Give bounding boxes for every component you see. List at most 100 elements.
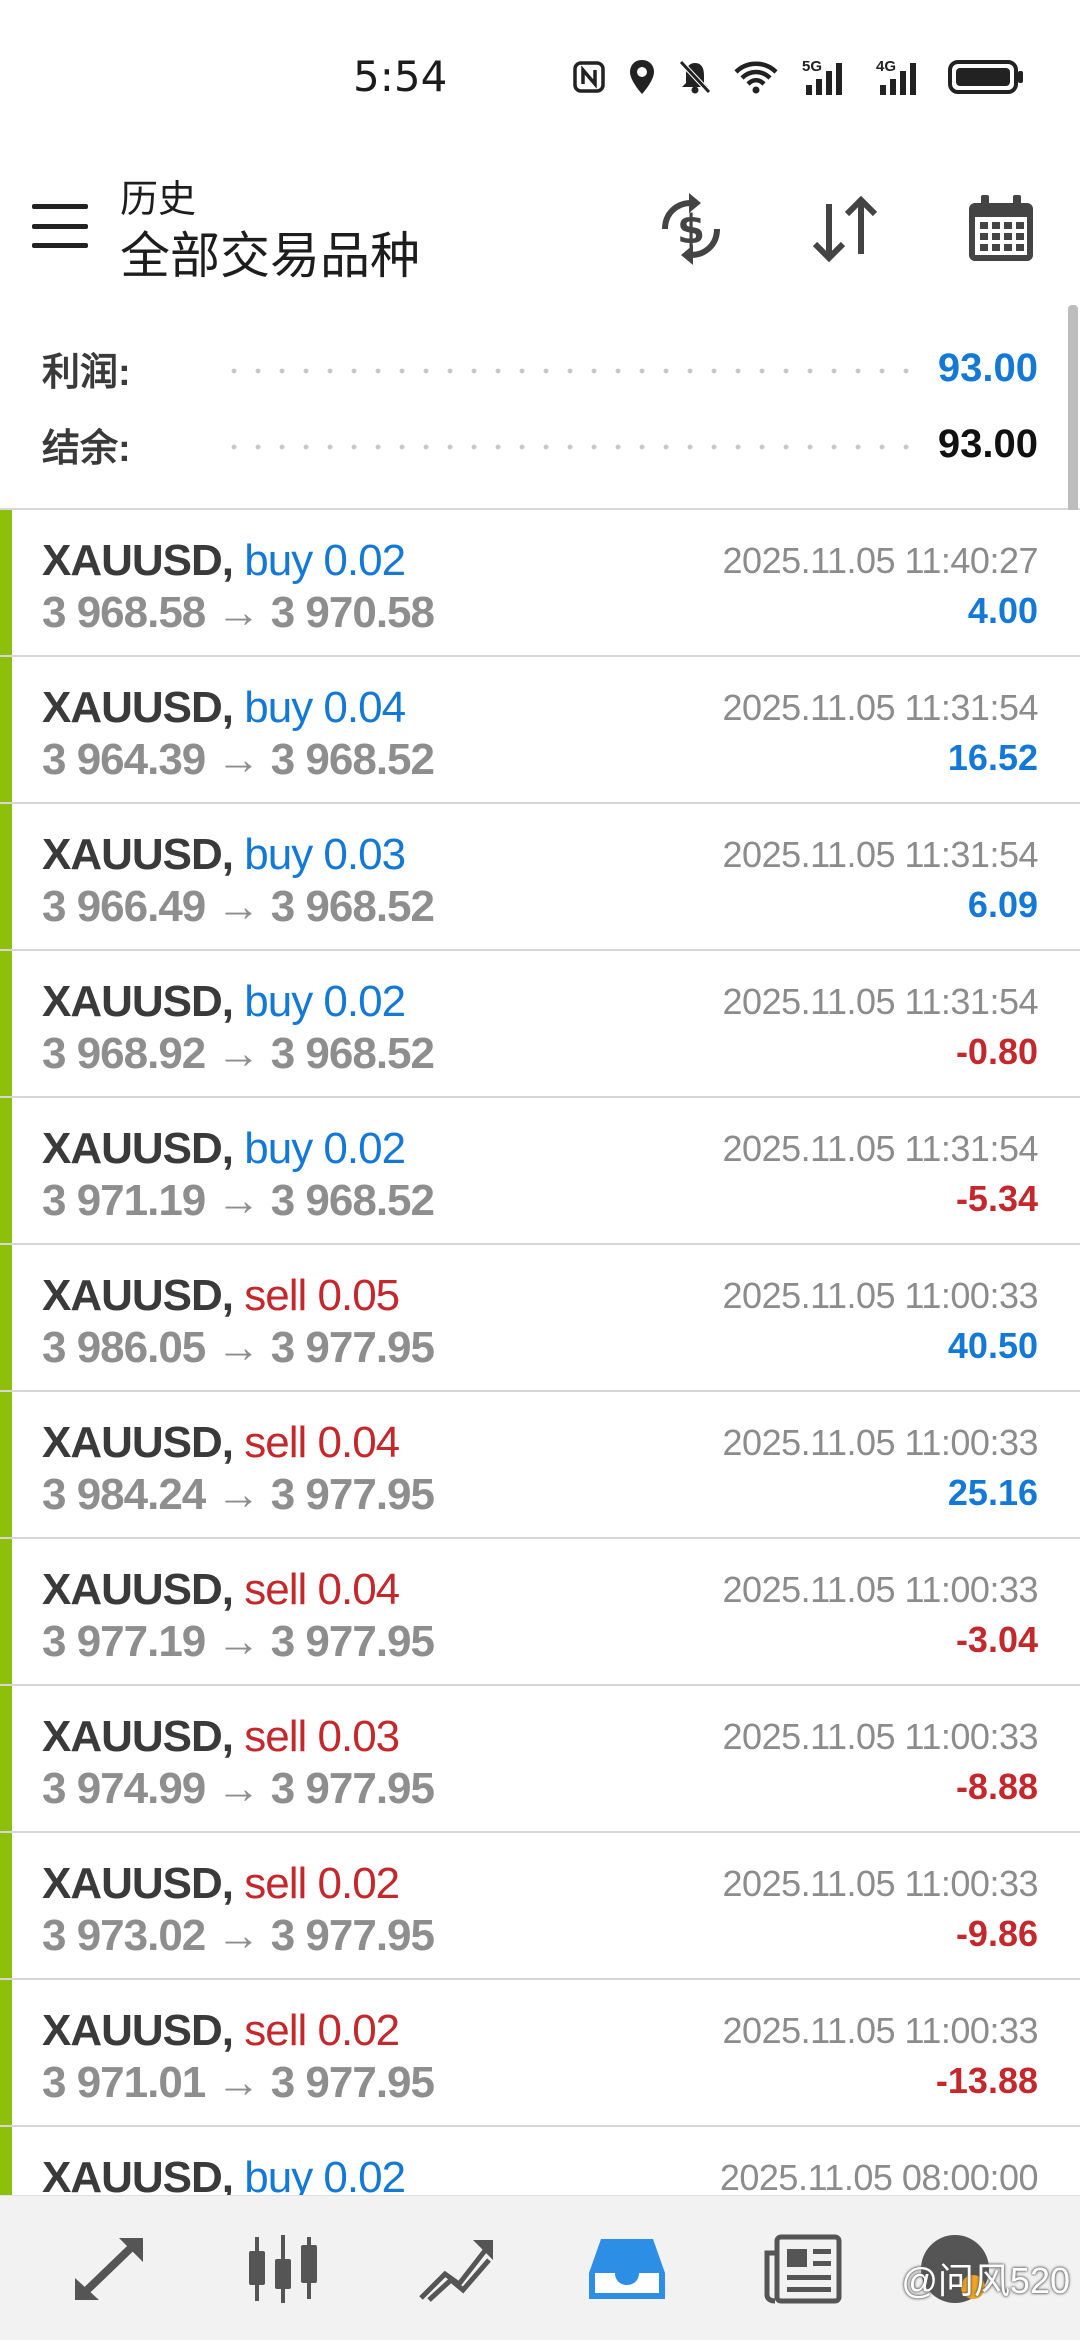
status-icons: 5G 4G: [572, 52, 1024, 102]
page-subtitle: 历史: [120, 179, 197, 221]
trade-symbol: XAUUSD,: [42, 536, 234, 585]
trade-row[interactable]: XAUUSD, sell 0.05 3 986.05 → 3 977.95 20…: [0, 1245, 1080, 1392]
trade-profit: 4.00: [967, 590, 1038, 631]
trade-profit: 6.09: [967, 884, 1038, 925]
dotted-leader: [222, 444, 910, 450]
trade-side: sell 0.04: [244, 1418, 400, 1467]
trade-row[interactable]: XAUUSD, sell 0.03 3 974.99 → 3 977.95 20…: [0, 1686, 1080, 1833]
trade-row[interactable]: XAUUSD, buy 0.02 3 968.58 → 3 970.58 202…: [0, 510, 1080, 657]
trade-side: sell 0.05: [244, 1271, 400, 1320]
trade-profit: -0.80: [955, 1031, 1038, 1072]
profit-label: 利润:: [42, 351, 131, 394]
trade-time: 2025.11.05 11:31:54: [722, 1128, 1039, 1169]
trade-side: buy 0.02: [244, 1124, 406, 1173]
trade-symbol: XAUUSD,: [42, 1565, 234, 1614]
trade-time: 2025.11.05 08:00:00: [719, 2157, 1039, 2198]
trade-side: buy 0.02: [244, 536, 406, 585]
balance-value: 93.00: [937, 421, 1038, 466]
trade-time: 2025.11.05 11:00:33: [722, 1716, 1039, 1757]
trade-prices: 3 973.02 → 3 977.95: [42, 1911, 435, 1960]
trade-profit: -8.88: [955, 1766, 1038, 1807]
trade-row[interactable]: XAUUSD, sell 0.02 3 971.01 → 3 977.95 20…: [0, 1980, 1080, 2127]
trade-profit: -3.04: [955, 1619, 1038, 1660]
balance-row: 结余: 93.00: [42, 414, 1038, 474]
trade-symbol: XAUUSD,: [42, 830, 234, 879]
trade-header: XAUUSD, sell 0.04: [42, 1565, 400, 1615]
currency-exchange-icon[interactable]: $: [648, 186, 734, 272]
trade-symbol: XAUUSD,: [42, 1124, 234, 1173]
trade-symbol: XAUUSD,: [42, 2006, 234, 2055]
trade-header: XAUUSD, buy 0.02: [42, 1124, 406, 1174]
trade-prices: 3 964.39 → 3 968.52: [42, 735, 435, 784]
trade-row[interactable]: XAUUSD, sell 0.04 3 984.24 → 3 977.95 20…: [0, 1392, 1080, 1539]
news-icon[interactable]: [758, 2226, 848, 2312]
trade-profit: 40.50: [947, 1325, 1038, 1366]
trade-symbol: XAUUSD,: [42, 977, 234, 1026]
svg-text:$: $: [677, 207, 705, 253]
trade-prices: 3 984.24 → 3 977.95: [42, 1470, 435, 1519]
trade-prices: 3 986.05 → 3 977.95: [42, 1323, 435, 1372]
trade-row[interactable]: XAUUSD, sell 0.04 3 977.19 → 3 977.95 20…: [0, 1539, 1080, 1686]
chart-icon[interactable]: [238, 2226, 328, 2312]
trade-header: XAUUSD, buy 0.04: [42, 683, 406, 733]
trade-header: XAUUSD, sell 0.03: [42, 1712, 400, 1762]
trade-profit: -9.86: [955, 1913, 1038, 1954]
trade-row[interactable]: XAUUSD, buy 0.02 3 971.19 → 3 968.52 202…: [0, 1098, 1080, 1245]
trade-row[interactable]: XAUUSD, buy 0.02 3 968.92 → 3 968.52 202…: [0, 951, 1080, 1098]
sort-icon[interactable]: [802, 186, 888, 272]
trade-prices: 3 971.19 → 3 968.52: [42, 1176, 435, 1225]
trade-side: buy 0.04: [244, 683, 406, 732]
trade-time: 2025.11.05 11:00:33: [722, 1422, 1039, 1463]
trade-side: sell 0.02: [244, 1859, 400, 1908]
status-time: 5:54: [353, 52, 448, 101]
svg-text:4G: 4G: [876, 58, 896, 75]
trade-symbol: XAUUSD,: [42, 1418, 234, 1467]
trade-symbol: XAUUSD,: [42, 1271, 234, 1320]
trade-header: XAUUSD, sell 0.02: [42, 2006, 400, 2056]
battery-icon: [948, 60, 1023, 94]
history-icon[interactable]: [582, 2226, 672, 2312]
status-bar: 5:54 5G 4G: [0, 0, 1080, 150]
trade-prices: 3 966.49 → 3 968.52: [42, 882, 435, 931]
svg-text:5G: 5G: [802, 58, 822, 75]
summary-panel: 利润: 93.00 结余: 93.00: [0, 310, 1080, 510]
trade-time: 2025.11.05 11:00:33: [722, 2010, 1039, 2051]
calendar-icon[interactable]: [958, 186, 1044, 272]
quotes-icon[interactable]: [66, 2226, 156, 2312]
trade-symbol: XAUUSD,: [42, 1859, 234, 1908]
location-icon: [630, 60, 654, 94]
trade-time: 2025.11.05 11:40:27: [722, 540, 1039, 581]
toolbar: 历史 全部交易品种 $: [0, 150, 1080, 300]
menu-icon[interactable]: [28, 198, 92, 254]
trade-prices: 3 968.92 → 3 968.52: [42, 1029, 435, 1078]
trade-icon[interactable]: [410, 2226, 500, 2312]
trade-header: XAUUSD, buy 0.02: [42, 977, 406, 1027]
trade-time: 2025.11.05 11:00:33: [722, 1275, 1039, 1316]
trade-row[interactable]: XAUUSD, buy 0.03 3 966.49 → 3 968.52 202…: [0, 804, 1080, 951]
trade-time: 2025.11.05 11:31:54: [722, 687, 1039, 728]
trade-header: XAUUSD, sell 0.02: [42, 1859, 400, 1909]
trade-profit: -5.34: [955, 1178, 1038, 1219]
trade-row[interactable]: XAUUSD, buy 0.04 3 964.39 → 3 968.52 202…: [0, 657, 1080, 804]
watermark: @问风520: [901, 2260, 1070, 2301]
trade-side: sell 0.02: [244, 2006, 400, 2055]
trade-profit: -13.88: [935, 2060, 1038, 2101]
profit-row: 利润: 93.00: [42, 338, 1038, 398]
trade-side: sell 0.03: [244, 1712, 400, 1761]
trade-prices: 3 977.19 → 3 977.95: [42, 1617, 435, 1666]
trade-time: 2025.11.05 11:31:54: [722, 981, 1039, 1022]
bell-muted-icon: [679, 60, 711, 94]
trade-time: 2025.11.05 11:00:33: [722, 1569, 1039, 1610]
trade-side: buy 0.03: [244, 830, 406, 879]
trade-side: buy 0.02: [244, 977, 406, 1026]
trade-row[interactable]: XAUUSD, sell 0.02 3 973.02 → 3 977.95 20…: [0, 1833, 1080, 1980]
symbol-filter-title[interactable]: 全部交易品种: [120, 216, 420, 288]
trade-time: 2025.11.05 11:00:33: [722, 1863, 1039, 1904]
signal-4g-icon: 4G: [876, 58, 916, 95]
trade-list: XAUUSD, buy 0.02 3 968.58 → 3 970.58 202…: [0, 510, 1080, 2274]
trade-prices: 3 974.99 → 3 977.95: [42, 1764, 435, 1813]
trade-side: sell 0.04: [244, 1565, 400, 1614]
trade-profit: 16.52: [947, 737, 1038, 778]
trade-header: XAUUSD, sell 0.04: [42, 1418, 400, 1468]
trade-profit: 25.16: [947, 1472, 1038, 1513]
